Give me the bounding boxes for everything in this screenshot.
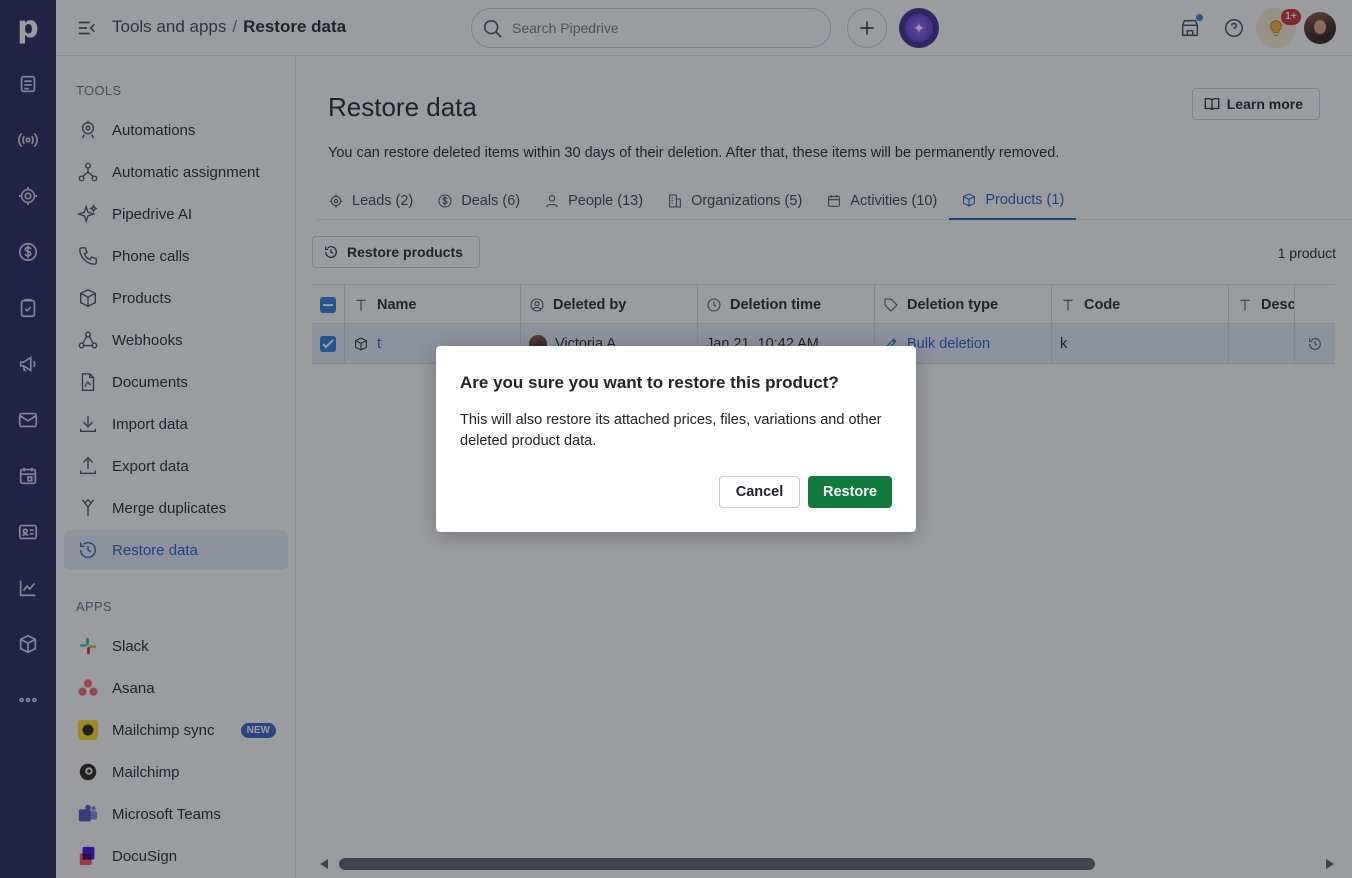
dialog-body: This will also restore its attached pric… — [460, 412, 882, 449]
dialog-title: Are you sure you want to restore this pr… — [460, 373, 839, 392]
cancel-button[interactable]: Cancel — [719, 476, 800, 508]
restore-button[interactable]: Restore — [808, 476, 892, 508]
restore-confirm-dialog: Are you sure you want to restore this pr… — [436, 346, 916, 532]
